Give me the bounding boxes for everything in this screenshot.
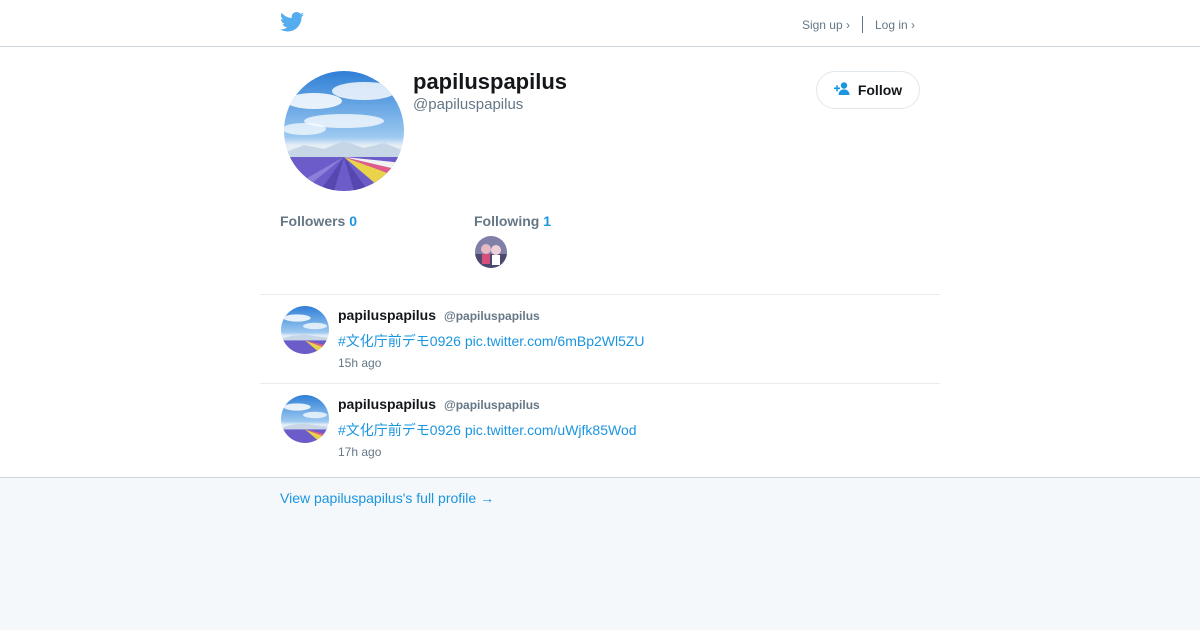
following-count: 1 [543, 213, 552, 229]
profile-avatar[interactable] [284, 71, 404, 191]
pic-link[interactable]: pic.twitter.com/uWjfk85Wod [465, 422, 637, 438]
tweet-author-name[interactable]: papiluspapilus [338, 396, 436, 412]
pic-link[interactable]: pic.twitter.com/6mBp2Wl5ZU [465, 333, 645, 349]
following-stat[interactable]: Following 1 [474, 213, 551, 229]
following-avatar[interactable] [475, 236, 507, 268]
followers-count: 0 [349, 213, 358, 229]
hashtag-link[interactable]: #文化庁前デモ0926 [338, 333, 461, 349]
nav-divider [861, 16, 863, 33]
tweet-text: #文化庁前デモ0926 pic.twitter.com/uWjfk85Wod [338, 420, 637, 440]
full-profile-link[interactable]: View papiluspapilus's full profile → [280, 490, 494, 506]
follow-button-label: Follow [857, 82, 903, 98]
hashtag-link[interactable]: #文化庁前デモ0926 [338, 422, 461, 438]
profile-screen-name: @papiluspapilus [413, 96, 524, 113]
log-in-link[interactable]: Log in › [875, 18, 915, 32]
tweet-avatar[interactable] [281, 395, 329, 443]
tweet-item[interactable]: papiluspapilus @papiluspapilus #文化庁前デモ09… [260, 295, 940, 384]
following-label: Following [474, 213, 540, 229]
tweet-author-handle[interactable]: @papiluspapilus [444, 309, 540, 323]
follow-button[interactable]: Follow [816, 71, 920, 109]
add-user-icon [833, 82, 858, 98]
tweet-item[interactable]: papiluspapilus @papiluspapilus #文化庁前デモ09… [260, 384, 940, 473]
tweet-text: #文化庁前デモ0926 pic.twitter.com/6mBp2Wl5ZU [338, 331, 645, 351]
profile-card: papiluspapilus @papiluspapilus Follow Fo… [0, 47, 1200, 478]
followers-label: Followers [280, 213, 346, 229]
tweet-author-handle[interactable]: @papiluspapilus [444, 398, 540, 412]
tweet-avatar[interactable] [281, 306, 329, 354]
top-bar: Sign up › Log in › [0, 0, 1200, 47]
tweet-timestamp[interactable]: 17h ago [338, 445, 381, 459]
profile-display-name: papiluspapilus [413, 69, 568, 94]
tweet-author-name[interactable]: papiluspapilus [338, 307, 436, 323]
sign-up-link[interactable]: Sign up › [802, 18, 850, 32]
followers-stat[interactable]: Followers 0 [280, 213, 357, 229]
tweet-timestamp[interactable]: 15h ago [338, 356, 381, 370]
twitter-bird-icon[interactable] [280, 12, 304, 32]
auth-links: Sign up › Log in › [802, 16, 915, 33]
